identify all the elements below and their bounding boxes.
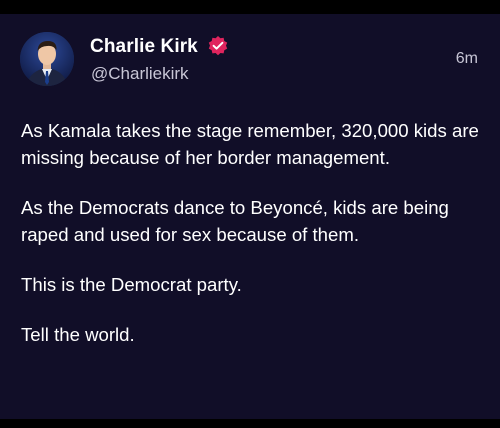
- avatar[interactable]: [20, 32, 74, 86]
- post-card[interactable]: Charlie Kirk @Charliekirk 6m As Kamala t…: [0, 14, 500, 419]
- verified-badge-icon: [208, 36, 228, 56]
- post-body: As Kamala takes the stage remember, 320,…: [21, 117, 486, 371]
- post-paragraph: As Kamala takes the stage remember, 320,…: [21, 120, 479, 168]
- display-name[interactable]: Charlie Kirk: [90, 36, 198, 58]
- timestamp[interactable]: 6m: [456, 50, 478, 68]
- post-paragraph: This is the Democrat party.: [21, 274, 242, 295]
- profile-photo-icon: [20, 32, 74, 86]
- post-paragraph: Tell the world.: [21, 324, 135, 345]
- post-paragraph: As the Democrats dance to Beyoncé, kids …: [21, 197, 449, 245]
- username-handle[interactable]: @Charliekirk: [91, 64, 189, 84]
